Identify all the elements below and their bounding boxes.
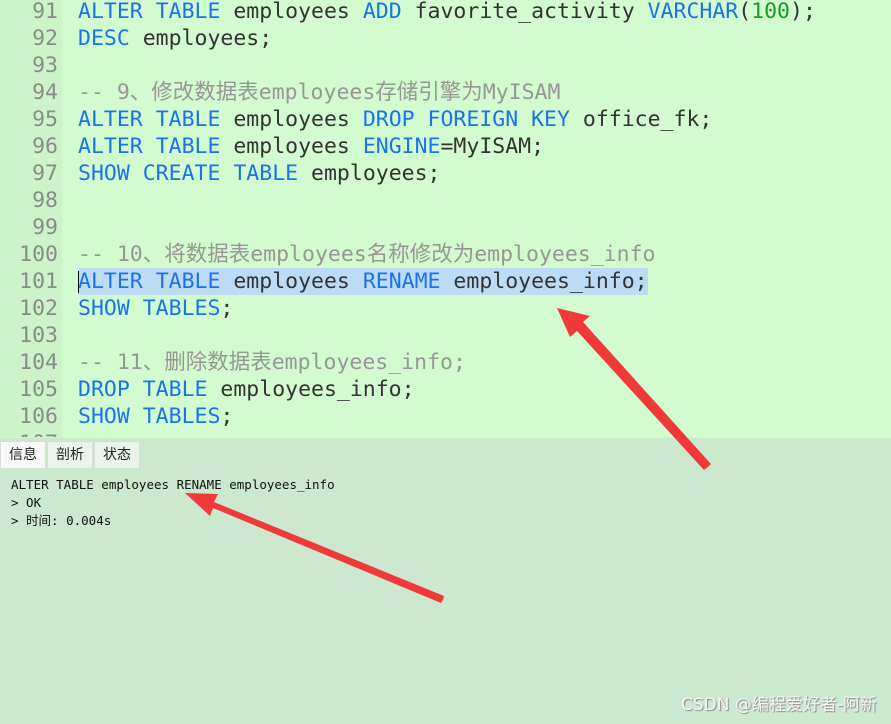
- sql-keyword: ALTER: [78, 107, 143, 132]
- sql-keyword: TABLE: [155, 134, 221, 159]
- sql-identifier: [415, 107, 428, 132]
- line-number: 107: [0, 430, 58, 437]
- sql-identifier: =MyISAM;: [440, 134, 545, 159]
- code-text: ALTER TABLE employees ENGINE=MyISAM;: [78, 133, 544, 160]
- tab-status[interactable]: 状态: [94, 441, 140, 468]
- sql-keyword: ALTER: [78, 0, 143, 24]
- code-text: ALTER TABLE employees ADD favorite_activ…: [78, 0, 816, 25]
- tab-info[interactable]: 信息: [0, 441, 46, 468]
- code-text: -- 11、删除数据表employees_info;: [78, 349, 466, 376]
- sql-identifier: employees_info;: [207, 377, 415, 402]
- tab-profile[interactable]: 剖析: [47, 441, 93, 468]
- message-output: ALTER TABLE employees RENAME employees_i…: [11, 476, 335, 530]
- line-number: 93: [32, 53, 58, 78]
- sql-keyword: ADD: [362, 0, 402, 24]
- sql-keyword: ALTER: [78, 269, 143, 294]
- sql-keyword: TABLE: [142, 377, 208, 402]
- line-number: 102: [19, 296, 58, 321]
- watermark: CSDN @编程爱好者-阿新: [680, 695, 877, 715]
- text-cursor: [78, 271, 79, 293]
- sql-editor[interactable]: 91 ALTER TABLE employees ADD favorite_act…: [0, 0, 891, 437]
- sql-identifier: [130, 377, 143, 402]
- sql-keyword: TABLE: [155, 269, 221, 294]
- sql-identifier: employees: [220, 107, 363, 132]
- sql-keyword: FOREIGN: [427, 107, 519, 132]
- code-text: SHOW TABLES;: [78, 403, 233, 430]
- sql-identifier: employees: [220, 134, 363, 159]
- sql-keyword: ALTER: [78, 134, 143, 159]
- sql-identifier: [130, 161, 143, 186]
- sql-keyword: SHOW: [78, 404, 130, 429]
- code-text: DESC employees;: [78, 25, 272, 52]
- sql-keyword: CREATE: [142, 161, 221, 186]
- line-number: 99: [32, 215, 58, 240]
- sql-identifier: ;: [220, 296, 234, 321]
- code-text: -- 10、将数据表employees名称修改为employees_info: [78, 241, 655, 268]
- sql-identifier: );: [790, 0, 816, 24]
- sql-comment: -- 9、修改数据表employees存储引擎为MyISAM: [78, 80, 561, 105]
- code-text: -- 9、修改数据表employees存储引擎为MyISAM: [78, 79, 560, 106]
- code-text: SHOW CREATE TABLE employees;: [78, 160, 440, 187]
- sql-identifier: [518, 107, 531, 132]
- output-time: > 时间: 0.004s: [11, 513, 112, 528]
- line-number: 98: [32, 188, 58, 213]
- selected-code: ALTER TABLE employees RENAME employees_i…: [78, 268, 648, 295]
- sql-keyword: ENGINE: [362, 134, 441, 159]
- sql-identifier: employees_info;: [440, 269, 648, 294]
- code-text: ALTER TABLE employees DROP FOREIGN KEY o…: [78, 106, 712, 133]
- sql-identifier: office_fk;: [569, 107, 713, 132]
- sql-keyword: TABLE: [233, 161, 299, 186]
- sql-keyword: RENAME: [362, 269, 441, 294]
- sql-identifier: [143, 107, 156, 132]
- sql-identifier: [143, 134, 156, 159]
- output-query: ALTER TABLE employees RENAME employees_i…: [11, 477, 335, 492]
- line-number: 91: [32, 0, 58, 24]
- result-panel: 信息 剖析 状态 ALTER TABLE employees RENAME em…: [0, 437, 891, 724]
- sql-identifier: [220, 161, 233, 186]
- sql-number: 100: [751, 0, 791, 24]
- sql-keyword: DESC: [78, 26, 130, 51]
- sql-keyword: VARCHAR: [647, 0, 739, 24]
- sql-identifier: employees;: [129, 26, 273, 51]
- sql-identifier: [143, 269, 156, 294]
- line-number: 95: [32, 107, 58, 132]
- sql-identifier: [143, 0, 156, 24]
- sql-keyword: TABLE: [155, 0, 221, 24]
- sql-keyword: TABLES: [142, 404, 221, 429]
- line-number: 96: [32, 134, 58, 159]
- sql-keyword: KEY: [531, 107, 570, 132]
- sql-keyword: DROP: [78, 377, 130, 402]
- sql-identifier: favorite_activity: [401, 0, 648, 24]
- line-number: 94: [32, 80, 58, 105]
- line-number: 100: [19, 242, 58, 267]
- sql-identifier: [130, 296, 143, 321]
- sql-keyword: SHOW: [78, 296, 130, 321]
- sql-identifier: (: [738, 0, 752, 24]
- line-number: 92: [32, 26, 58, 51]
- sql-keyword: DROP: [362, 107, 415, 132]
- sql-identifier: ;: [220, 404, 234, 429]
- output-result: > OK: [11, 495, 42, 510]
- sql-keyword: TABLES: [142, 296, 221, 321]
- sql-keyword: SHOW: [78, 161, 130, 186]
- code-text: DROP TABLE employees_info;: [78, 376, 415, 403]
- line-number: 106: [19, 404, 58, 429]
- line-number: 101: [19, 269, 58, 294]
- line-number: 103: [19, 323, 58, 348]
- sql-identifier: [130, 404, 143, 429]
- sql-comment: -- 10、将数据表employees名称修改为employees_info: [78, 242, 656, 267]
- line-number: 104: [19, 350, 58, 375]
- sql-identifier: employees;: [298, 161, 441, 186]
- sql-identifier: employees: [220, 0, 363, 24]
- sql-keyword: TABLE: [155, 107, 221, 132]
- sql-comment: -- 11、删除数据表employees_info;: [78, 350, 466, 375]
- line-number: 105: [19, 377, 58, 402]
- sql-identifier: employees: [220, 269, 363, 294]
- line-number: 97: [32, 161, 58, 186]
- result-tabs: 信息 剖析 状态: [0, 441, 141, 468]
- code-text: SHOW TABLES;: [78, 295, 233, 322]
